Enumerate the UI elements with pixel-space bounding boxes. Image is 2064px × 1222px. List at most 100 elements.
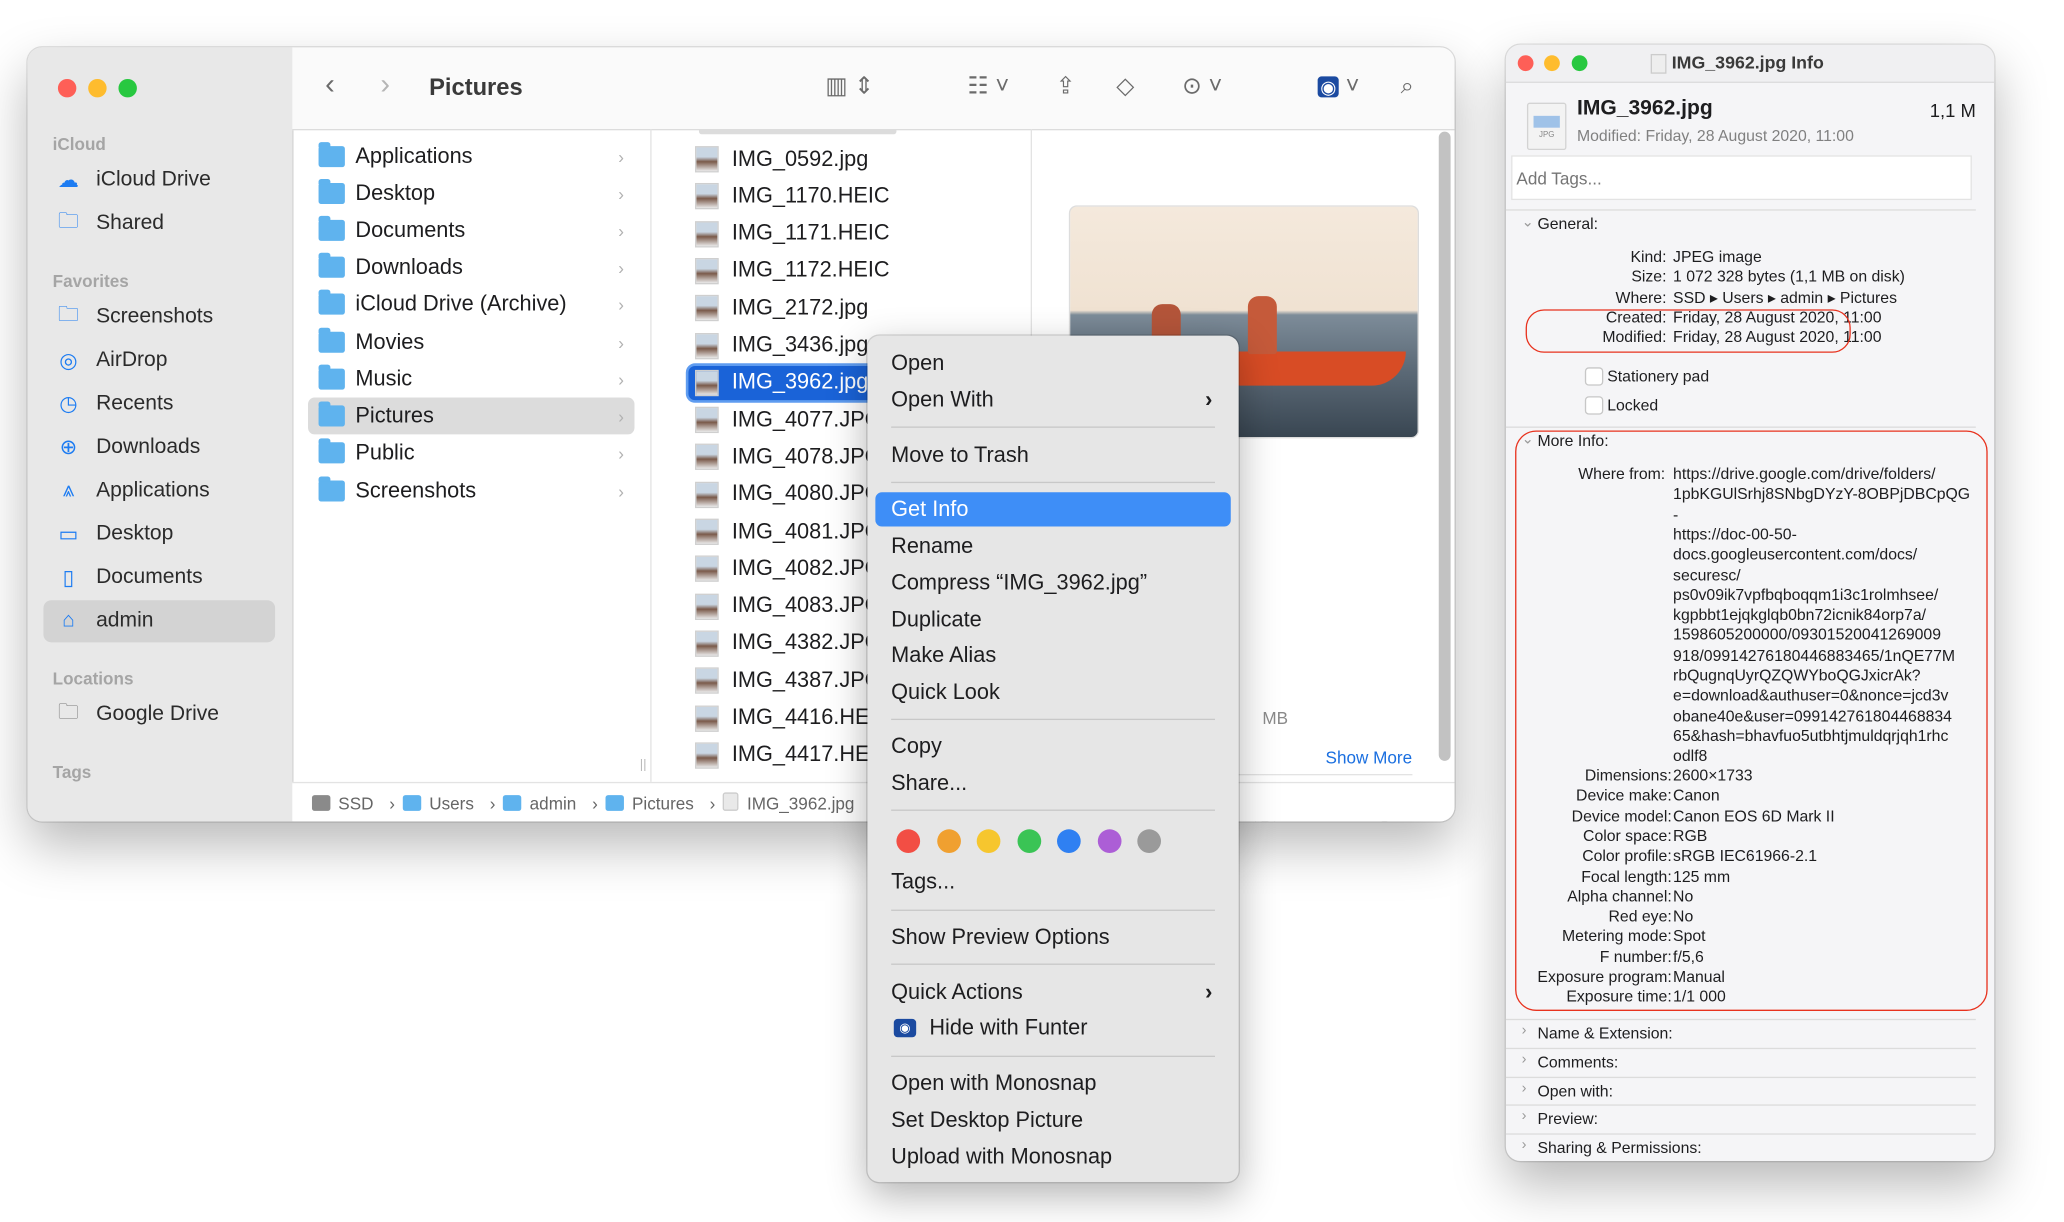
back-button[interactable]: ‹ bbox=[325, 67, 335, 101]
field-label: Metering mode: bbox=[1561, 927, 1672, 946]
list-item-selected[interactable]: Pictures › bbox=[308, 397, 635, 435]
chevron-right-icon: › bbox=[618, 442, 624, 463]
file-icon bbox=[1650, 53, 1667, 74]
image-thumbnail-icon bbox=[695, 704, 719, 732]
path-segment-file[interactable]: IMG_3962.jpg bbox=[723, 792, 862, 813]
tag-color-dot[interactable] bbox=[936, 829, 961, 853]
menu-item-compress[interactable]: Compress “IMG_3962.jpg” bbox=[875, 566, 1230, 600]
menu-item-open-with-monosnap[interactable]: Open with Monosnap bbox=[875, 1066, 1230, 1100]
show-more-link[interactable]: Show More bbox=[1326, 748, 1413, 768]
list-item[interactable]: Screenshots › bbox=[308, 473, 634, 510]
path-segment-admin[interactable]: admin bbox=[503, 793, 584, 813]
menu-item-make-alias[interactable]: Make Alias bbox=[875, 638, 1230, 672]
sidebar-item-documents[interactable]: ▯ Documents bbox=[43, 557, 275, 599]
tag-icon[interactable]: ◇ bbox=[1116, 72, 1134, 100]
field-value: 1/1 000 bbox=[1673, 987, 1726, 1007]
file-item[interactable]: IMG_2172.jpg bbox=[688, 291, 1017, 325]
close-button[interactable] bbox=[1517, 55, 1534, 72]
more-info-row: Dimensions: 2600×1733 bbox=[1506, 766, 1994, 786]
minimize-button[interactable] bbox=[1544, 55, 1560, 72]
path-segment-users[interactable]: Users bbox=[402, 793, 482, 813]
group-icon[interactable]: ☷ ˅ bbox=[968, 72, 1010, 100]
minimize-button[interactable] bbox=[88, 78, 107, 98]
sidebar-item-airdrop[interactable]: ◎ AirDrop bbox=[43, 340, 275, 382]
image-thumbnail-icon bbox=[695, 146, 719, 173]
share-icon[interactable]: ⇪ bbox=[1056, 72, 1076, 100]
list-item[interactable]: Downloads › bbox=[308, 249, 634, 286]
list-item[interactable]: Public › bbox=[308, 434, 634, 471]
search-icon[interactable]: ⌕ bbox=[1401, 72, 1414, 100]
menu-item-open-with[interactable]: Open With › bbox=[875, 383, 1230, 417]
sidebar-item-shared[interactable]: 🗀 Shared bbox=[43, 203, 275, 245]
where-from-line: https://doc-00-50- bbox=[1673, 525, 1797, 544]
list-item[interactable]: Applications › bbox=[308, 138, 634, 175]
menu-item-quick-actions[interactable]: Quick Actions › bbox=[875, 975, 1230, 1009]
section-general[interactable]: ⌄ General: bbox=[1505, 209, 1976, 238]
menu-item-upload-with-monosnap[interactable]: Upload with Monosnap bbox=[875, 1140, 1230, 1174]
section-collapsed[interactable]: › Open with: bbox=[1505, 1076, 1976, 1105]
file-item[interactable]: IMG_1172.HEIC bbox=[688, 254, 1017, 288]
sidebar-item-desktop[interactable]: ▭ Desktop bbox=[43, 513, 275, 555]
scrollbar-thumb[interactable] bbox=[1438, 131, 1451, 761]
section-collapsed[interactable]: › Sharing & Permissions: bbox=[1505, 1133, 1976, 1161]
tag-color-dot[interactable] bbox=[1057, 829, 1081, 853]
list-item[interactable]: iCloud Drive (Archive) › bbox=[308, 286, 634, 323]
tag-color-dot[interactable] bbox=[1097, 829, 1121, 853]
menu-item-quick-look[interactable]: Quick Look bbox=[875, 675, 1230, 709]
zoom-button[interactable] bbox=[1571, 55, 1588, 72]
sidebar-item-admin[interactable]: ⌂ admin bbox=[43, 600, 276, 643]
file-item[interactable]: IMG_0592.jpg bbox=[688, 142, 1017, 176]
file-size-fragment: MB bbox=[1262, 708, 1289, 728]
file-item[interactable]: IMG_1170.HEIC bbox=[688, 179, 1017, 213]
menu-item-set-desktop-picture[interactable]: Set Desktop Picture bbox=[875, 1103, 1230, 1137]
file-item[interactable]: IMG_1171.HEIC bbox=[688, 217, 1017, 251]
menu-item-open[interactable]: Open bbox=[875, 346, 1230, 380]
tag-color-dot[interactable] bbox=[896, 829, 921, 853]
zoom-button[interactable] bbox=[118, 78, 137, 98]
sidebar-item-applications[interactable]: ⩓ Applications bbox=[43, 470, 275, 512]
tag-color-dot[interactable] bbox=[1016, 829, 1041, 853]
forward-button[interactable]: › bbox=[380, 67, 390, 101]
section-collapsed[interactable]: › Name & Extension: bbox=[1505, 1018, 1976, 1048]
sidebar-item-recents[interactable]: ◷ Recents bbox=[43, 383, 275, 425]
image-thumbnail-icon bbox=[695, 257, 719, 285]
column-resize-handle[interactable]: || bbox=[640, 758, 647, 772]
menu-item-copy[interactable]: Copy bbox=[875, 729, 1230, 763]
column-view-icon[interactable]: ▥ ⇕ bbox=[825, 72, 874, 100]
kayak-shape bbox=[1228, 351, 1406, 386]
list-item[interactable]: Movies › bbox=[308, 324, 634, 361]
list-item[interactable]: Desktop › bbox=[308, 175, 634, 212]
add-tags-input[interactable] bbox=[1511, 155, 1972, 201]
more-actions-icon[interactable]: ⊙ ˅ bbox=[1182, 72, 1222, 100]
menu-item-get-info[interactable]: Get Info bbox=[875, 492, 1231, 527]
close-button[interactable] bbox=[57, 78, 77, 98]
tag-color-dot[interactable] bbox=[1137, 829, 1162, 853]
sidebar-item-screenshots[interactable]: 🗀 Screenshots bbox=[43, 296, 275, 338]
menu-item-move-to-trash[interactable]: Move to Trash bbox=[875, 438, 1230, 472]
menu-item-rename[interactable]: Rename bbox=[875, 529, 1230, 563]
path-separator: › bbox=[592, 793, 598, 813]
sidebar-item-icloud-drive[interactable]: ☁ iCloud Drive bbox=[43, 159, 275, 201]
locked-checkbox[interactable] bbox=[1584, 396, 1604, 415]
menu-item-hide-with-funter[interactable]: ◉ Hide with Funter bbox=[875, 1011, 1230, 1045]
menu-item-tags[interactable]: Tags... bbox=[875, 865, 1230, 899]
list-item[interactable]: Music › bbox=[308, 361, 634, 398]
menu-item-share[interactable]: Share... bbox=[875, 766, 1230, 800]
list-item[interactable]: Documents › bbox=[308, 212, 634, 249]
apps-icon: ⩓ bbox=[62, 479, 75, 502]
path-segment-ssd[interactable]: SSD bbox=[311, 793, 381, 813]
menu-item-duplicate[interactable]: Duplicate bbox=[875, 603, 1230, 637]
home-icon: ⌂ bbox=[62, 609, 75, 632]
tag-color-dot[interactable] bbox=[976, 829, 1001, 853]
section-collapsed[interactable]: › Comments: bbox=[1505, 1047, 1976, 1077]
sidebar-item-google-drive[interactable]: 🗀 Google Drive bbox=[43, 694, 275, 736]
funter-eye-icon[interactable]: ◉ ˅ bbox=[1317, 72, 1359, 100]
menu-item-show-preview-options[interactable]: Show Preview Options bbox=[875, 920, 1230, 954]
sidebar-item-downloads[interactable]: ⊕ Downloads bbox=[43, 426, 275, 468]
clock-icon: ◷ bbox=[59, 393, 78, 416]
section-collapsed[interactable]: › Preview: bbox=[1505, 1104, 1976, 1134]
path-segment-pictures[interactable]: Pictures bbox=[605, 793, 702, 813]
field-label: Where: bbox=[1615, 287, 1667, 307]
field-value: RGB bbox=[1673, 826, 1708, 845]
stationery-pad-checkbox[interactable] bbox=[1584, 367, 1604, 386]
